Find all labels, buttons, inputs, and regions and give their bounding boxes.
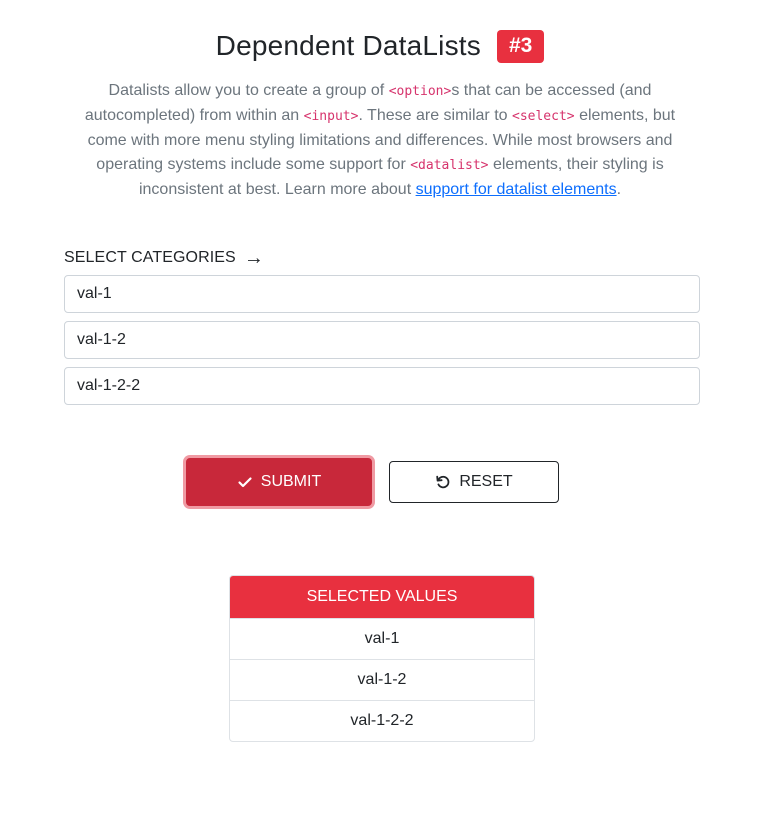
reset-label: RESET bbox=[459, 473, 513, 490]
selected-value-row: val-1-2-2 bbox=[230, 700, 534, 741]
datalist-support-link[interactable]: support for datalist elements bbox=[416, 181, 617, 198]
intro-text: . These are similar to bbox=[358, 107, 512, 124]
submit-button[interactable]: SUBMIT bbox=[186, 458, 372, 506]
selected-values-header: SELECTED VALUES bbox=[230, 576, 534, 618]
intro-text: Datalists allow you to create a group of bbox=[108, 82, 389, 99]
page-title: Dependent DataLists bbox=[215, 30, 481, 61]
selected-value-row: val-1 bbox=[230, 618, 534, 659]
category-input-2[interactable]: val-1-2 bbox=[64, 321, 700, 359]
selected-values-table: SELECTED VALUES val-1 val-1-2 val-1-2-2 bbox=[229, 575, 535, 742]
reset-button[interactable]: RESET bbox=[389, 461, 559, 503]
code-select: <select> bbox=[512, 109, 575, 124]
select-categories-label: SELECT CATEGORIES → bbox=[64, 248, 264, 268]
intro-paragraph: Datalists allow you to create a group of… bbox=[66, 79, 694, 202]
example-number-badge: #3 bbox=[496, 29, 545, 63]
intro-text: . bbox=[616, 181, 622, 198]
code-datalist: <datalist> bbox=[410, 158, 489, 173]
page-header: Dependent DataLists #3 bbox=[0, 26, 760, 66]
category-input-1[interactable]: val-1 bbox=[64, 275, 700, 313]
check-icon bbox=[237, 474, 253, 490]
rotate-ccw-icon bbox=[435, 474, 451, 490]
category-input-3[interactable]: val-1-2-2 bbox=[64, 367, 700, 405]
arrow-right-icon: → bbox=[243, 247, 264, 269]
select-categories-text: SELECT CATEGORIES bbox=[64, 249, 236, 266]
submit-label: SUBMIT bbox=[260, 473, 322, 490]
selected-value-row: val-1-2 bbox=[230, 659, 534, 700]
code-input: <input> bbox=[303, 109, 359, 124]
code-option: <option> bbox=[388, 84, 452, 99]
